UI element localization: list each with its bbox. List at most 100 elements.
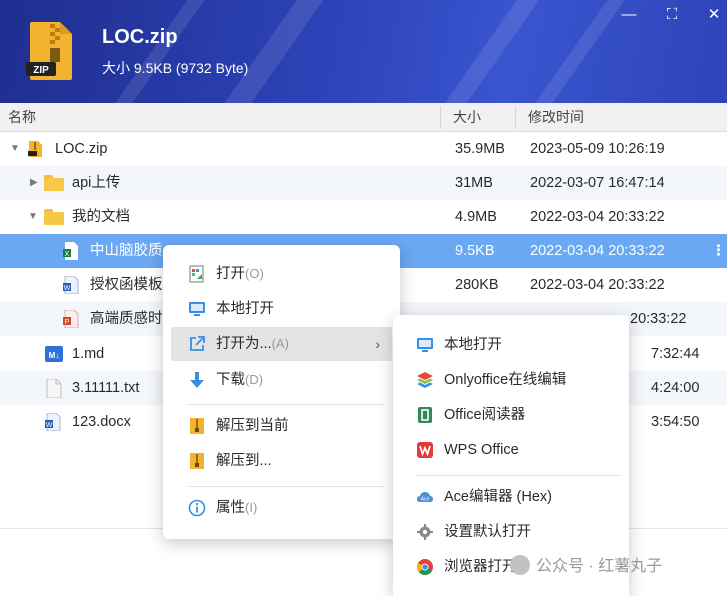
menu-divider [415, 475, 620, 476]
header-decoration [408, 0, 550, 103]
column-header-modified[interactable]: 修改时间 [528, 103, 584, 132]
row-size: 4.9MB [455, 209, 497, 225]
folder-icon [44, 209, 64, 225]
shortcut-key: (A) [271, 336, 289, 351]
menu-divider [188, 486, 384, 487]
onlyoffice-icon [417, 372, 433, 388]
column-header-bar: 名称 大小 修改时间 [0, 103, 727, 132]
row-time: 2022-03-04 20:33:22 [530, 277, 665, 293]
expanded-arrow-icon[interactable]: ▼ [28, 200, 38, 234]
download-icon [190, 372, 204, 388]
submenu-item-onlyoffice[interactable]: Onlyoffice在线编辑 [401, 363, 621, 397]
tree-row[interactable]: ▼ 我的文档 4.9MB 2022-03-04 20:33:22 [0, 200, 727, 234]
column-separator[interactable] [515, 106, 516, 129]
column-separator[interactable] [440, 106, 441, 129]
row-time: 2022-03-04 20:33:22 [530, 209, 665, 225]
wps-icon [417, 442, 433, 458]
row-name: 3.11111.txt [72, 380, 140, 396]
svg-text:Ace: Ace [421, 497, 430, 503]
zip-badge-text: ZIP [33, 65, 49, 76]
tree-row[interactable]: ▶ api上传 31MB 2022-03-07 16:47:14 [0, 166, 727, 200]
row-time: 7:32:44 [651, 346, 700, 362]
menu-divider [188, 404, 384, 405]
header-decoration [78, 0, 216, 103]
file-title: LOC.zip [102, 26, 178, 48]
svg-text:X: X [65, 251, 70, 258]
svg-text:P: P [65, 319, 70, 326]
menu-item-extract-to[interactable]: 解压到... [171, 444, 392, 478]
word-file-icon: W [63, 276, 79, 294]
extract-to-icon [190, 453, 204, 469]
svg-text:M↓: M↓ [49, 351, 60, 360]
monitor-icon [189, 302, 205, 316]
row-name: 123.docx [72, 414, 131, 430]
submenu-item-label: Ace编辑器 (Hex) [444, 489, 552, 505]
window-header: ZIP LOC.zip 大小 9.5KB (9732 Byte) — ⛶ ✕ [0, 0, 727, 103]
file-size-info: 大小 9.5KB (9732 Byte) [102, 60, 249, 76]
minimize-button[interactable]: — [618, 4, 640, 26]
watermark: 公众号 · 红薯丸子 [510, 555, 662, 579]
ace-editor-icon: Ace [417, 492, 433, 503]
row-time: 4:24:00 [651, 380, 700, 396]
menu-item-local-open[interactable]: 本地打开 [171, 292, 392, 326]
zip-archive-icon: ZIP [26, 22, 72, 80]
submenu-item-ace-editor[interactable]: Ace Ace编辑器 (Hex) [401, 480, 621, 514]
menu-item-properties[interactable]: 属性(I) [171, 491, 392, 525]
maximize-button[interactable]: ⛶ [661, 4, 683, 26]
column-header-size[interactable]: 大小 [453, 103, 481, 132]
shortcut-key: (D) [245, 372, 264, 387]
header-decoration [188, 0, 334, 103]
row-name: 1.md [72, 346, 105, 362]
submenu-item-label: 本地打开 [444, 337, 502, 353]
chevron-right-icon: › [375, 336, 380, 352]
menu-item-label: 打开 [216, 266, 245, 282]
open-as-submenu: 本地打开 Onlyoffice在线编辑 Office阅读器 WPS Office… [393, 315, 629, 596]
chrome-icon [417, 559, 433, 575]
excel-file-icon: X [63, 242, 78, 260]
row-time: 2022-03-07 16:47:14 [530, 175, 665, 191]
markdown-file-icon: M↓ [45, 346, 63, 362]
row-more-button[interactable]: ⋮ [710, 234, 727, 268]
svg-text:W: W [46, 422, 53, 429]
menu-item-download[interactable]: 下载(D) [171, 363, 392, 397]
row-size: 280KB [455, 277, 499, 293]
office-icon [418, 407, 432, 423]
row-name: 中山脑胶质 [90, 243, 163, 259]
submenu-item-wps[interactable]: WPS Office [401, 433, 621, 467]
row-time: 2023-05-09 10:26:19 [530, 141, 665, 157]
row-name: 高端质感时 [90, 311, 163, 327]
row-name: 授权函模板 [90, 277, 163, 293]
close-button[interactable]: ✕ [703, 4, 725, 26]
submenu-item-local-open[interactable]: 本地打开 [401, 328, 621, 362]
watermark-text: 公众号 · 红薯丸子 [536, 558, 663, 575]
row-time: 2022-03-04 20:33:22 [530, 243, 665, 259]
shortcut-key: (I) [245, 500, 258, 515]
wechat-icon [510, 555, 530, 575]
text-file-icon [46, 379, 62, 398]
monitor-icon [417, 338, 433, 352]
menu-item-open-as[interactable]: 打开为...(A) › [171, 327, 392, 361]
open-icon [189, 265, 204, 283]
column-header-name[interactable]: 名称 [8, 103, 36, 132]
open-external-icon [190, 336, 205, 351]
menu-item-extract-here[interactable]: 解压到当前 [171, 409, 392, 443]
collapsed-arrow-icon[interactable]: ▶ [30, 166, 38, 200]
row-size: 31MB [455, 175, 493, 191]
submenu-item-label: Onlyoffice在线编辑 [444, 372, 567, 388]
submenu-item-office-reader[interactable]: Office阅读器 [401, 398, 621, 432]
row-name: LOC.zip [55, 141, 108, 157]
menu-item-open[interactable]: 打开(O) [171, 257, 392, 291]
submenu-item-label: Office阅读器 [444, 407, 526, 423]
row-size: 9.5KB [455, 243, 495, 259]
menu-item-label: 下载 [216, 372, 245, 388]
tree-row[interactable]: ▼ LOC.zip 35.9MB 2023-05-09 10:26:19 [0, 132, 727, 166]
ppt-file-icon: P [63, 310, 79, 328]
expanded-arrow-icon[interactable]: ▼ [10, 132, 20, 166]
word-file-icon: W [45, 413, 61, 431]
menu-item-label: 属性 [216, 500, 245, 516]
submenu-item-label: 设置默认打开 [444, 524, 531, 540]
context-menu: 打开(O) 本地打开 打开为...(A) › 下载(D) 解压到当前 解压到..… [163, 245, 400, 539]
folder-icon [44, 175, 64, 191]
submenu-item-set-default[interactable]: 设置默认打开 [401, 515, 621, 549]
submenu-item-label: WPS Office [444, 442, 519, 458]
